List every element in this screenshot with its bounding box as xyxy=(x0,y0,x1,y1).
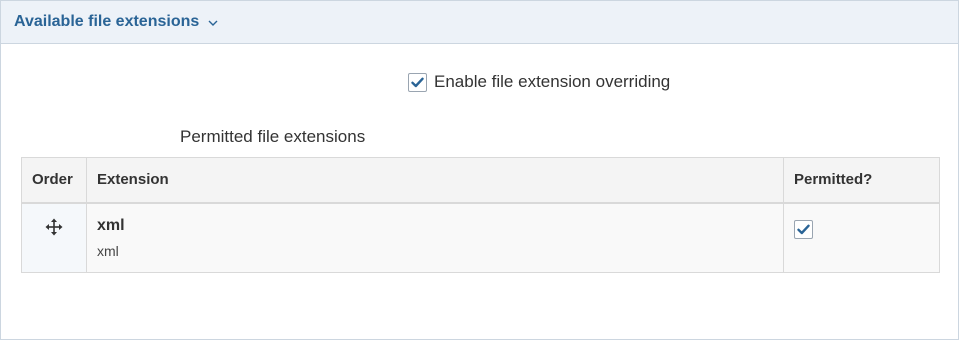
column-header-permitted: Permitted? xyxy=(783,157,940,204)
file-extensions-panel: Available file extensions Enable file ex… xyxy=(0,0,959,340)
override-option[interactable]: Enable file extension overriding xyxy=(408,71,670,93)
column-header-order: Order xyxy=(21,157,87,204)
extension-machine-name: xml xyxy=(97,242,119,259)
checkmark-icon xyxy=(797,224,810,234)
override-checkbox[interactable] xyxy=(408,72,427,92)
permitted-checkbox[interactable] xyxy=(794,219,813,239)
extensions-table: Order Extension Permitted? xml xml xyxy=(21,157,940,273)
move-handle-icon[interactable] xyxy=(45,218,63,241)
table-caption: Permitted file extensions xyxy=(180,127,366,146)
panel-title: Available file extensions xyxy=(14,13,200,30)
checkmark-icon xyxy=(411,77,424,87)
extension-label: xml xyxy=(97,216,125,234)
table-row: xml xml xyxy=(21,202,940,273)
override-label: Enable file extension overriding xyxy=(434,72,671,91)
order-cell xyxy=(21,202,87,273)
column-header-extension: Extension xyxy=(86,157,784,204)
extension-cell: xml xml xyxy=(86,202,784,273)
table-header-row: Order Extension Permitted? xyxy=(21,157,940,204)
permitted-cell xyxy=(783,202,940,273)
panel-header-toggle[interactable]: Available file extensions xyxy=(1,1,958,44)
chevron-down-icon xyxy=(207,16,219,28)
